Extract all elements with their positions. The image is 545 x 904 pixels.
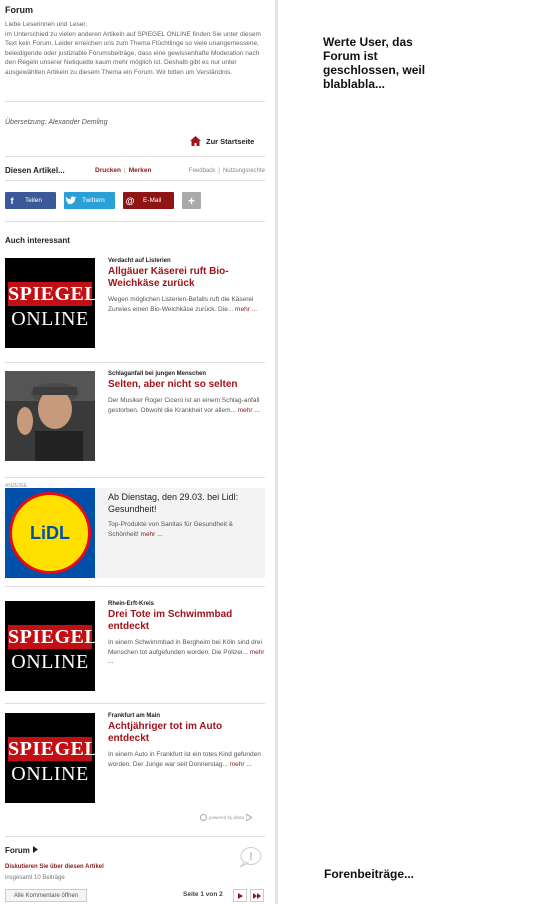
musician-photo <box>5 371 95 461</box>
feedback-link[interactable]: Feedback <box>189 168 215 174</box>
more-link[interactable]: mehr ... <box>238 407 260 414</box>
divider <box>5 477 265 478</box>
forum-posts-note: Forenbeiträge... <box>324 867 415 881</box>
last-page-icon <box>253 892 261 899</box>
triangle-right-icon <box>33 846 39 853</box>
twitter-share-button[interactable]: Twittern <box>64 192 115 209</box>
more-link[interactable]: mehr ... <box>235 306 257 313</box>
divider <box>5 586 265 587</box>
item-kicker: Frankfurt am Main <box>108 713 161 719</box>
svg-text:!: ! <box>249 851 253 863</box>
spiegel-online-logo: SPIEGEL ONLINE <box>5 258 95 348</box>
home-icon <box>190 136 201 146</box>
item-teaser: In einem Auto in Frankfurt ist ein totes… <box>108 751 261 768</box>
item-headline[interactable]: Selten, aber nicht so selten <box>108 379 265 391</box>
item-kicker: Schlaganfall bei jungen Menschen <box>108 371 207 377</box>
ad-headline[interactable]: Ab Dienstag, den 29.03. bei Lidl: Gesund… <box>108 491 265 515</box>
next-icon <box>237 892 243 899</box>
open-all-comments-button[interactable]: Alle Kommentare öffnen <box>5 889 87 902</box>
email-share-button[interactable]: @ E-Mail <box>123 192 174 209</box>
spiegel-online-logo: SPIEGEL ONLINE <box>5 601 95 691</box>
ad-teaser: Top-Produkte von Sanitas für Gesundheit … <box>108 521 234 538</box>
twitter-icon <box>65 195 77 204</box>
divider <box>5 836 265 837</box>
last-page-button[interactable] <box>250 889 264 902</box>
facebook-share-button[interactable]: f Teilen <box>5 192 56 209</box>
forum-notice-text: Liebe Leserinnen und Leser, im Unterschi… <box>5 21 261 76</box>
list-item[interactable]: Schlaganfall bei jungen Menschen Selten,… <box>5 371 265 466</box>
divider <box>5 221 265 222</box>
comment-count: insgesamt 10 Beiträge <box>5 875 65 881</box>
item-teaser: Der Musiker Roger Cicero ist an einem Sc… <box>108 397 260 414</box>
ad-item[interactable]: LiDL Ab Dienstag, den 29.03. bei Lidl: G… <box>5 488 265 578</box>
item-teaser: Wegen möglichen Listerien-Befalls ruft d… <box>108 296 258 313</box>
item-headline[interactable]: Achtjähriger tot im Auto entdeckt <box>108 721 265 745</box>
list-item[interactable]: SPIEGEL ONLINE Frankfurt am Main Achtjäh… <box>5 713 265 808</box>
divider <box>5 703 265 704</box>
home-link-label: Zur Startseite <box>206 136 255 146</box>
forum-title: Forum <box>5 5 33 15</box>
item-teaser: In einem Schwimmbad in Bergheim bei Köln… <box>108 639 265 665</box>
article-tools-label: Diesen Artikel... <box>5 166 65 175</box>
divider <box>5 362 265 363</box>
page-indicator: Seite 1 von 2 <box>183 891 223 898</box>
annotation-column: Werte User, das Forum ist geschlossen, w… <box>278 0 545 904</box>
plista-icon <box>200 814 207 821</box>
powered-by-plista[interactable]: powered by plista <box>200 814 253 821</box>
article-column: Forum Liebe Leserinnen und Leser, im Unt… <box>0 0 275 904</box>
discuss-link[interactable]: Diskutieren Sie über diesen Artikel <box>5 864 265 870</box>
share-bar: f Teilen Twittern @ E-Mail + <box>5 192 265 209</box>
print-link[interactable]: Drucken <box>95 167 121 174</box>
divider <box>5 101 265 102</box>
home-link[interactable]: Zur Startseite <box>190 136 254 146</box>
section-title: Auch interessant <box>5 236 70 245</box>
divider <box>5 156 265 157</box>
article-tools: Diesen Artikel... Drucken | Merken Feedb… <box>5 166 265 175</box>
spiegel-online-logo: SPIEGEL ONLINE <box>5 713 95 803</box>
forum-footer-title[interactable]: Forum <box>5 846 265 855</box>
item-headline[interactable]: Drei Tote im Schwimmbad entdeckt <box>108 609 265 633</box>
divider <box>5 180 265 181</box>
more-share-button[interactable]: + <box>182 192 201 209</box>
list-item[interactable]: SPIEGEL ONLINE Rhein-Erft-Kreis Drei Tot… <box>5 601 265 696</box>
lidl-logo: LiDL <box>5 488 95 578</box>
item-headline[interactable]: Allgäuer Käserei ruft Bio-Weichkäse zurü… <box>108 266 265 290</box>
item-kicker: Rhein-Erft-Kreis <box>108 601 155 607</box>
list-item[interactable]: SPIEGEL ONLINE Verdacht auf Listerien Al… <box>5 258 265 353</box>
more-link[interactable]: mehr ... <box>230 761 252 768</box>
more-link[interactable]: mehr ... <box>141 531 163 538</box>
save-link[interactable]: Merken <box>129 167 152 174</box>
facebook-icon: f <box>10 195 14 206</box>
next-page-button[interactable] <box>233 889 247 902</box>
play-icon <box>246 814 253 821</box>
at-icon: @ <box>125 195 135 206</box>
item-kicker: Verdacht auf Listerien <box>108 258 171 264</box>
forum-closed-note: Werte User, das Forum ist geschlossen, w… <box>323 35 426 91</box>
translation-credit: Übersetzung: Alexander Demling <box>5 119 108 126</box>
rights-link[interactable]: Nutzungsrechte <box>223 168 265 174</box>
